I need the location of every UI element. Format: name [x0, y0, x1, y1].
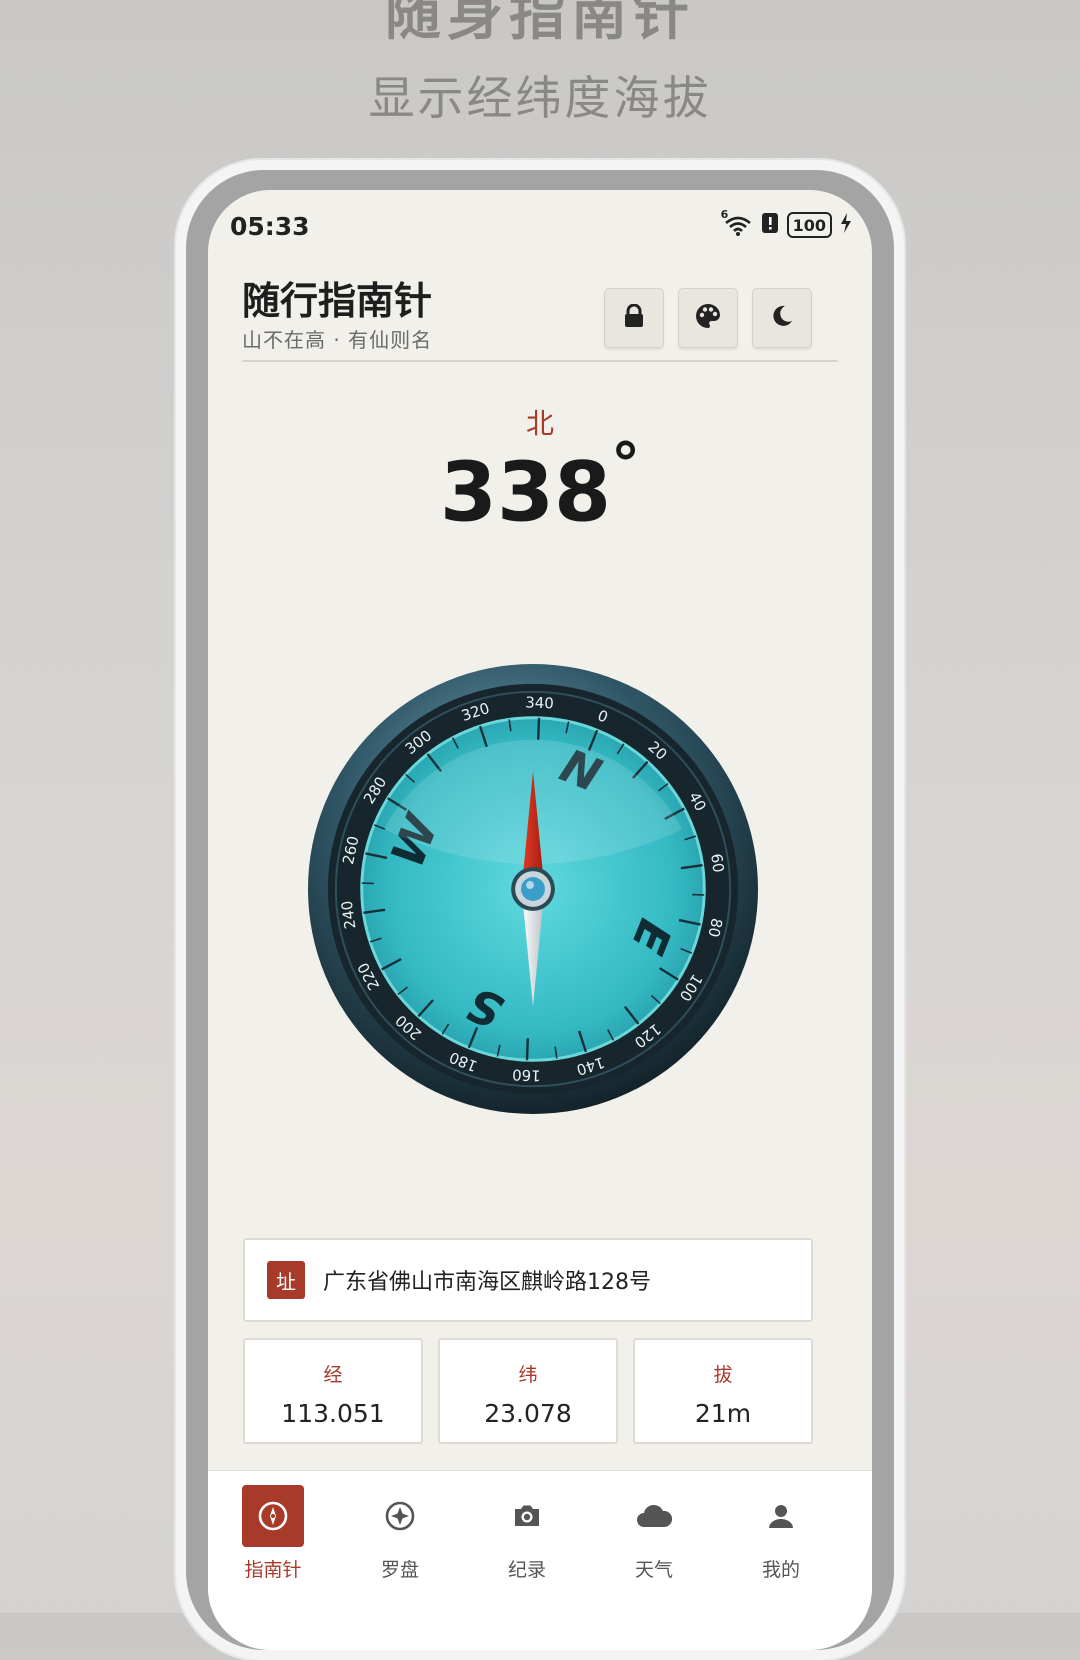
- promo-title: 随身指南针: [385, 0, 695, 48]
- heading-value: 338: [439, 445, 612, 541]
- status-icons: 6 100: [721, 208, 852, 238]
- alert-icon: [761, 212, 779, 238]
- luopan-icon: [369, 1485, 431, 1547]
- nav-record[interactable]: 纪录: [472, 1479, 582, 1589]
- nav-weather[interactable]: 天气: [599, 1479, 709, 1589]
- moon-icon: [770, 304, 794, 332]
- theme-button[interactable]: [678, 288, 738, 348]
- address-text: 广东省佛山市南海区麒岭路128号: [323, 1270, 651, 1295]
- stat-label: 拔: [713, 1364, 733, 1386]
- app-subtitle: 山不在高 · 有仙则名: [242, 328, 433, 352]
- lock-icon: [623, 303, 645, 332]
- lock-button[interactable]: [604, 288, 664, 348]
- address-tag: 址: [267, 1261, 305, 1299]
- charging-icon: [840, 212, 852, 238]
- cloud-icon: [623, 1485, 685, 1547]
- camera-icon: [496, 1485, 558, 1547]
- network-label: 6: [720, 208, 729, 221]
- palette-icon: [695, 303, 721, 333]
- wifi-icon: 6: [721, 208, 753, 236]
- nav-luopan[interactable]: 罗盘: [345, 1479, 455, 1589]
- compass-tick-label: 340: [525, 693, 554, 712]
- nav-label: 纪录: [507, 1559, 546, 1581]
- status-time: 05:33: [230, 212, 310, 241]
- phone-bezel: 05:33 6 100 随行指南针 山不在高 · 有仙则名 北 338° 0 2…: [186, 170, 894, 1650]
- app-screen: 05:33 6 100 随行指南针 山不在高 · 有仙则名 北 338° 0 2…: [208, 190, 872, 1650]
- address-card: 址 广东省佛山市南海区麒岭路128号: [243, 1238, 813, 1322]
- compass-tick-label: 80: [704, 917, 726, 939]
- bottom-nav: 指南针 罗盘 纪录 天气 我的: [208, 1470, 872, 1650]
- stat-altitude: 拔 21m: [633, 1338, 813, 1444]
- nav-label: 指南针: [244, 1559, 302, 1581]
- compass-tick-label: 60: [707, 852, 727, 873]
- stat-value: 23.078: [484, 1399, 572, 1428]
- stat-value: 21m: [694, 1399, 752, 1428]
- nav-label: 我的: [761, 1559, 800, 1581]
- user-icon: [750, 1485, 812, 1547]
- stat-label: 经: [323, 1364, 343, 1386]
- nav-label: 罗盘: [380, 1559, 419, 1581]
- dark-mode-button[interactable]: [752, 288, 812, 348]
- compass-icon: [242, 1485, 304, 1547]
- stat-label: 纬: [518, 1364, 538, 1386]
- battery-icon: 100: [786, 212, 832, 238]
- stat-value: 113.051: [281, 1399, 385, 1428]
- phone-frame: 05:33 6 100 随行指南针 山不在高 · 有仙则名 北 338° 0 2…: [176, 160, 904, 1660]
- stat-longitude: 经 113.051: [243, 1338, 423, 1444]
- stat-latitude: 纬 23.078: [438, 1338, 618, 1444]
- heading-direction: 北: [525, 407, 554, 440]
- degree-unit: °: [611, 430, 641, 498]
- app-title: 随行指南针: [242, 279, 433, 323]
- nav-mine[interactable]: 我的: [726, 1479, 836, 1589]
- nav-compass[interactable]: 指南针: [218, 1479, 328, 1589]
- heading-degrees: 338°: [208, 430, 872, 541]
- compass-tick-label: 160: [512, 1066, 541, 1085]
- promo-subtitle: 显示经纬度海拔: [368, 71, 712, 125]
- nav-label: 天气: [634, 1559, 673, 1581]
- header-divider: [242, 360, 838, 362]
- compass-dial: 0204060801001201401601802002202402602803…: [307, 663, 759, 1115]
